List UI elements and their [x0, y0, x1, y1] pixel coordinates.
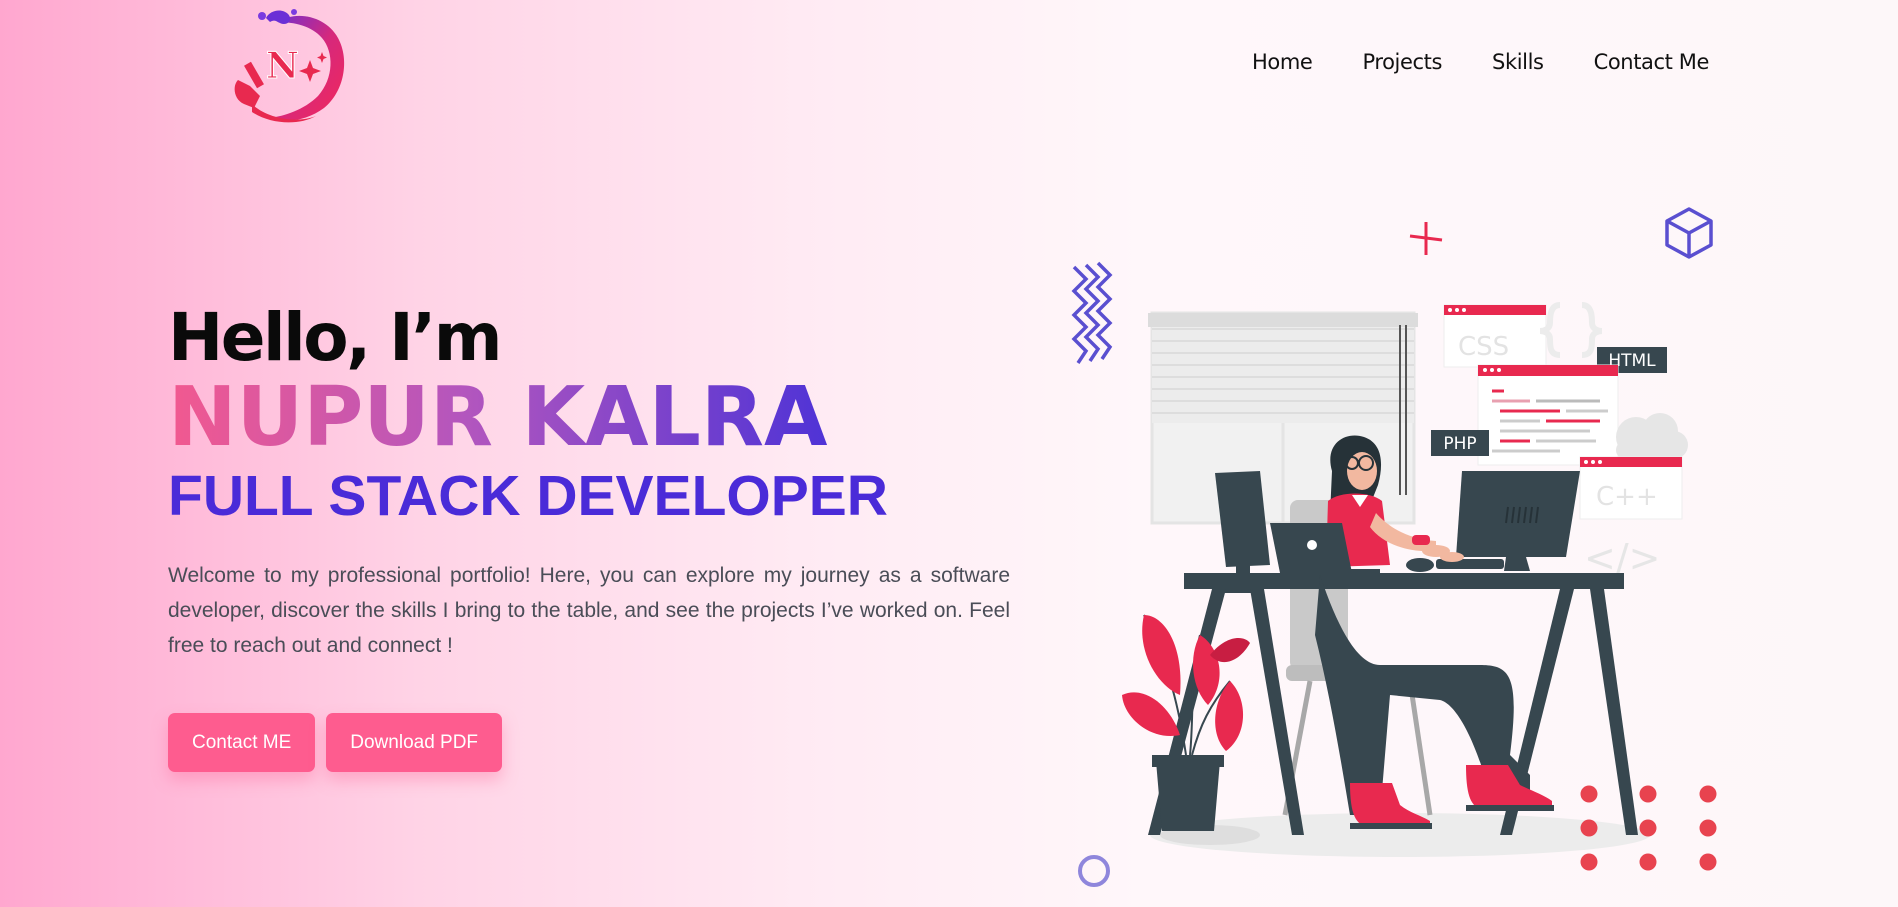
nav-skills[interactable]: Skills	[1492, 50, 1544, 74]
ring-icon	[1078, 855, 1110, 887]
hero-section: Hello, I’m NUPUR KALRA FULL STACK DEVELO…	[168, 300, 1010, 772]
window-blinds	[1148, 311, 1418, 525]
logo-letter: N	[266, 45, 299, 87]
developer-illustration: CSS HTML PHP C++ </>	[1060, 195, 1740, 895]
nav-contact-me[interactable]: Contact Me	[1594, 50, 1710, 74]
name-heading: NUPUR KALRA	[168, 370, 828, 465]
css-tag: CSS	[1458, 332, 1509, 362]
code-window	[1477, 364, 1619, 466]
cross-icon	[1409, 222, 1443, 255]
hero-buttons: Contact ME Download PDF	[168, 713, 1010, 772]
right-monitor	[1406, 471, 1580, 572]
cpp-window: C++	[1579, 456, 1683, 520]
role-heading: FULL STACK DEVELOPER	[168, 464, 888, 528]
greeting-heading: Hello, I’m	[168, 299, 503, 376]
main-nav: Home Projects Skills Contact Me	[1252, 50, 1709, 74]
zigzag-icon	[1071, 261, 1113, 364]
developer-at-desk-illustration: CSS HTML PHP C++ </>	[1071, 207, 1717, 887]
php-tag-badge: PHP	[1431, 430, 1489, 456]
contact-me-button[interactable]: Contact ME	[168, 713, 316, 772]
paint-splash-logo-icon: N	[234, 9, 345, 123]
logo[interactable]: N	[226, 8, 354, 132]
cpp-tag: C++	[1596, 482, 1658, 512]
intro-paragraph: Welcome to my professional portfolio! He…	[168, 564, 1010, 657]
download-pdf-button[interactable]: Download PDF	[326, 713, 503, 772]
css-window: CSS	[1443, 304, 1547, 368]
braces-icon	[1539, 302, 1603, 358]
nav-projects[interactable]: Projects	[1362, 50, 1442, 74]
nav-home[interactable]: Home	[1252, 50, 1313, 74]
cube-icon	[1665, 207, 1713, 259]
cloud-icon	[1616, 413, 1688, 459]
php-tag: PHP	[1443, 434, 1476, 454]
